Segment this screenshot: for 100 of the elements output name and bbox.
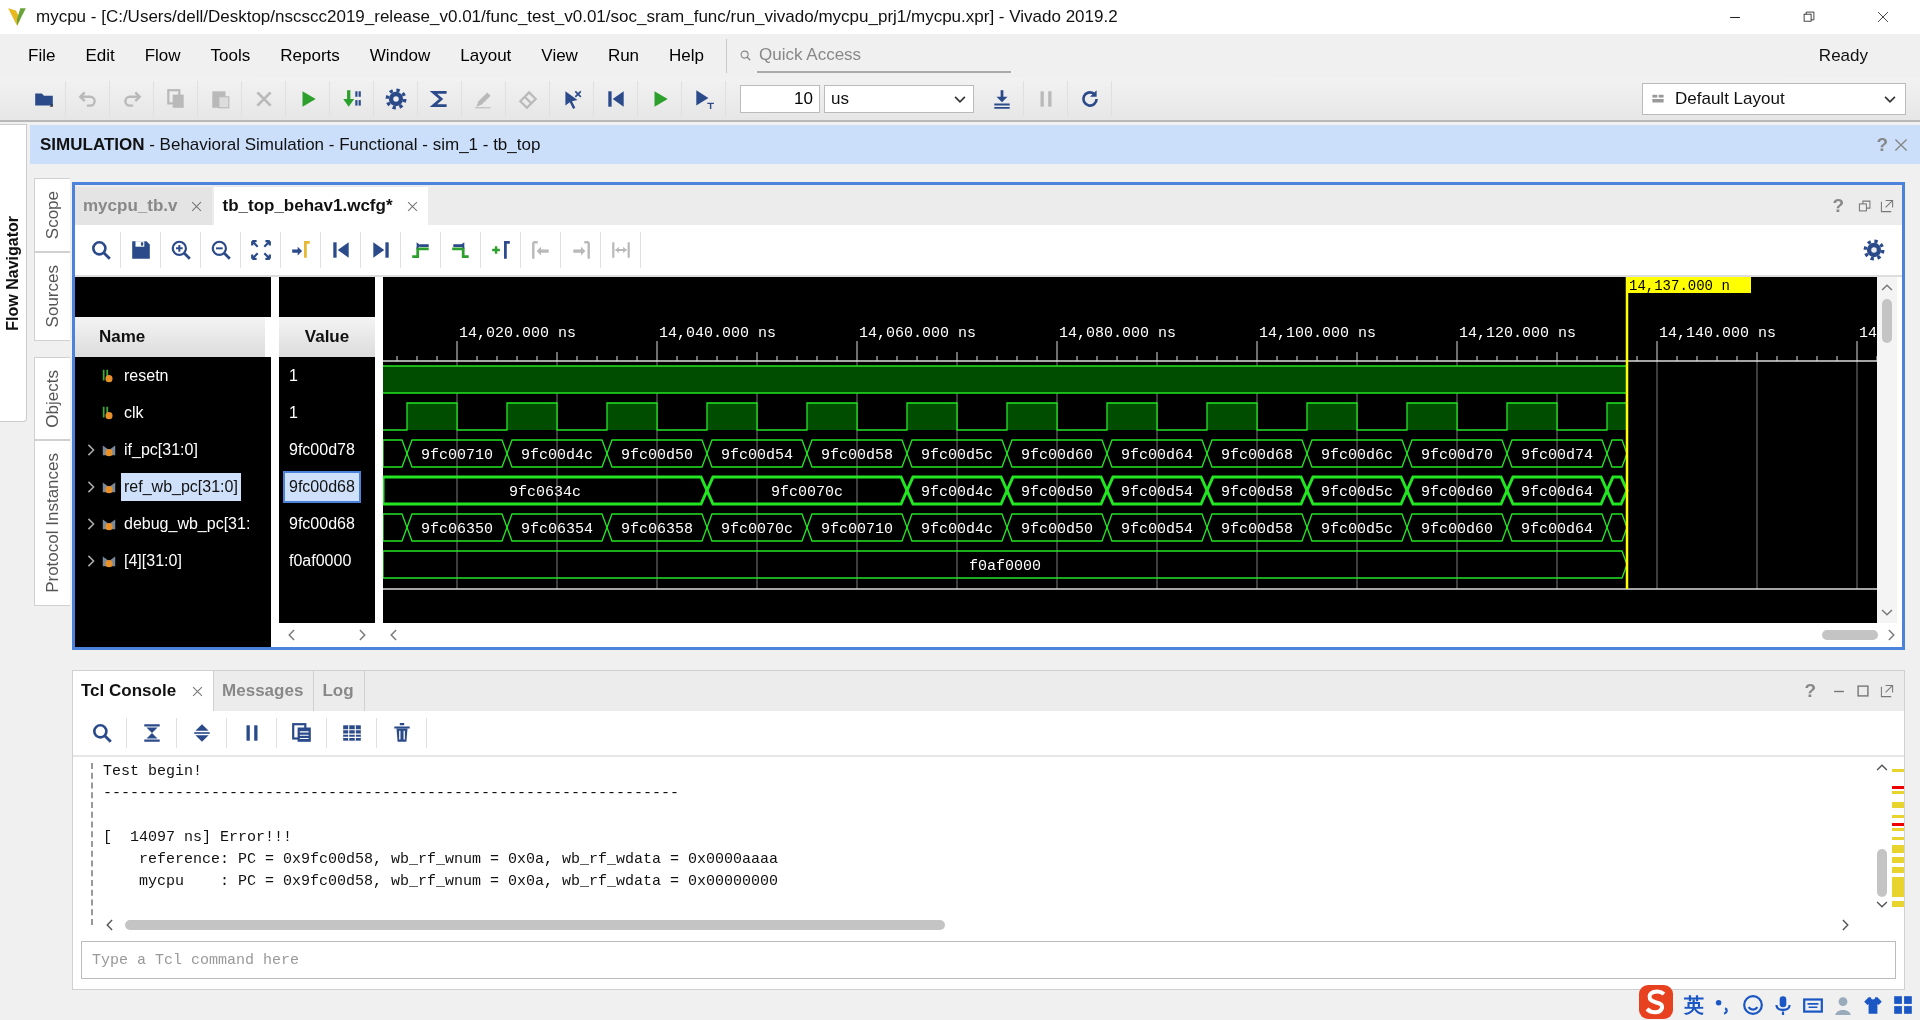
console-line: Test begin! xyxy=(103,762,204,782)
close-icon xyxy=(1876,10,1890,24)
scrollbar-thumb[interactable] xyxy=(1882,299,1892,343)
bus-value-label: 9fc00d54 xyxy=(1121,483,1193,501)
menu-item[interactable]: Tools xyxy=(198,46,263,66)
cursor-span-icon xyxy=(609,239,632,261)
bus-value-label: 9fc00d54 xyxy=(721,446,793,464)
column-header: Value xyxy=(279,317,375,357)
float-icon xyxy=(1858,199,1872,213)
menu-item[interactable]: View xyxy=(529,46,590,66)
bus-value-label: 9fc00d64 xyxy=(1521,520,1593,538)
bus-value-label: 9fc00d58 xyxy=(821,446,893,464)
time-tick-label: 14,140.000 ns xyxy=(1659,325,1777,342)
signal-name[interactable]: resetn xyxy=(121,361,172,390)
signal-name[interactable]: [4][31:0] xyxy=(121,546,185,575)
menu-item[interactable]: Edit xyxy=(73,46,127,66)
side-tab[interactable]: Objects xyxy=(34,356,70,441)
editor-tab[interactable]: tb_top_behav1.wcfg* xyxy=(214,187,428,225)
menu-item[interactable]: Reports xyxy=(268,46,352,66)
smiley-icon xyxy=(1742,994,1764,1016)
console-line: ---------------------------------------------------------------- xyxy=(103,784,681,804)
save-icon xyxy=(129,239,152,261)
signal-value: 9fc00d68 xyxy=(288,513,356,534)
side-tab[interactable]: Scope xyxy=(34,178,70,253)
menu-item[interactable]: Help xyxy=(657,46,717,66)
input-mode-indicator[interactable]: 英 xyxy=(1684,991,1704,1019)
quick-access-field[interactable]: Quick Access xyxy=(757,39,1012,73)
run-time-field[interactable]: 10 xyxy=(740,85,820,113)
tcl-command-field[interactable]: Type a Tcl command here xyxy=(81,941,1896,979)
bus-value-label: 9fc00d50 xyxy=(1021,520,1093,538)
bus-value-label: 9fc00d60 xyxy=(1421,520,1493,538)
cursor-time-label: 14,137.000 n xyxy=(1627,277,1751,294)
time-unit-dropdown[interactable]: us xyxy=(824,85,974,113)
signal-value: 9fc00d78 xyxy=(288,439,356,460)
close-icon xyxy=(192,685,204,697)
bus-value-label: 9fc00d64 xyxy=(1121,446,1193,464)
menu-item[interactable]: Window xyxy=(357,46,443,66)
cursor-line[interactable] xyxy=(1625,277,1629,589)
status-text: Ready xyxy=(1818,46,1868,66)
marker-arrow-icon xyxy=(289,239,312,261)
signal-name[interactable]: clk xyxy=(121,398,147,427)
time-tick-label: 14,040.000 ns xyxy=(659,325,777,342)
fit-arrows-icon xyxy=(249,239,272,261)
bus-value-label: f0af0000 xyxy=(969,557,1041,575)
vertical-scrollbar[interactable] xyxy=(1877,277,1897,623)
column-header: Name xyxy=(75,317,271,357)
expand-chevron-icon[interactable] xyxy=(85,442,97,457)
maximize-icon xyxy=(1856,684,1870,699)
expand-chevron-icon[interactable] xyxy=(85,479,97,494)
console-line: reference: PC = 0x9fc00d58, wb_rf_wnum = 0x0a, wb_rf_wdata = 0x0000aaaa xyxy=(138,850,780,870)
menu-item[interactable]: File xyxy=(16,46,68,66)
search-icon xyxy=(89,239,112,261)
bus-value-label: 9fc00d5c xyxy=(1321,520,1393,538)
bus-value-label: 9fc00d50 xyxy=(1021,483,1093,501)
side-tab[interactable]: Sources xyxy=(34,252,70,341)
bus-value-label: 9fc00d6c xyxy=(1321,446,1393,464)
bus-value-label: 9fc00d5c xyxy=(1321,483,1393,501)
bus-value-label: 9fc00d58 xyxy=(1221,483,1293,501)
float-icon xyxy=(1880,684,1894,699)
document-copy-icon xyxy=(290,722,313,745)
bus-value-label: 9fc00710 xyxy=(821,520,893,538)
bus-value-label: 9fc00710 xyxy=(421,446,493,464)
menu-item[interactable]: Run xyxy=(595,46,652,66)
console-line: mycpu : PC = 0x9fc00d58, wb_rf_wnum = 0x0a, wb_rf_wdata = 0x00000000 xyxy=(138,872,780,892)
signal-name[interactable]: ref_wb_pc[31:0] xyxy=(121,472,241,501)
bus-value-label: 9fc00d68 xyxy=(1221,446,1293,464)
waveform-view[interactable] xyxy=(383,277,1877,623)
scrollbar-thumb[interactable] xyxy=(125,920,945,930)
time-tick-label: 14,100.000 ns xyxy=(1259,325,1377,342)
zoom-out-icon xyxy=(209,239,232,261)
flow-navigator-tab[interactable]: Flow Navigator xyxy=(0,124,27,422)
shirt-icon xyxy=(1862,994,1884,1016)
scrollbar-thumb[interactable] xyxy=(1822,630,1878,640)
expand-chevron-icon[interactable] xyxy=(85,553,97,568)
close-icon xyxy=(1894,137,1908,152)
window-title: mycpu - [C:/Users/dell/Desktop/nscscc2019_release_v0.01/func_test_v0.01/soc_sram_func/run_vivado/mycpu_prj1/mycpu.xpr] - Vivado 2019.2 xyxy=(36,7,1119,27)
signal-value: 9fc00d68 xyxy=(283,470,361,503)
copy-icon xyxy=(164,88,187,110)
user-icon xyxy=(1832,994,1854,1016)
side-tab[interactable]: Protocol Instances xyxy=(34,440,70,607)
microphone-icon xyxy=(1772,994,1794,1016)
scrollbar-thumb[interactable] xyxy=(1877,849,1887,897)
settings-icon xyxy=(1863,239,1885,261)
add-marker-icon xyxy=(489,239,512,261)
signal-value: 1 xyxy=(288,365,299,386)
menu-item[interactable]: Flow xyxy=(132,46,193,66)
bus-value-label: 9fc0070c xyxy=(721,520,793,538)
signal-name[interactable]: debug_wb_pc[31: xyxy=(121,509,254,538)
expand-chevron-icon[interactable] xyxy=(85,516,97,531)
signal-name[interactable]: if_pc[31:0] xyxy=(121,435,201,464)
minimize-icon xyxy=(1832,689,1846,693)
menu-item[interactable]: Layout xyxy=(448,46,524,66)
time-tick-label: 14,120.000 ns xyxy=(1459,325,1577,342)
bus-value-label: 9fc00d70 xyxy=(1421,446,1493,464)
console-tab[interactable]: Tcl Console xyxy=(73,671,215,712)
layout-dropdown[interactable]: Default Layout xyxy=(1642,83,1906,115)
bus-value-label: 9fc06354 xyxy=(521,520,593,538)
close-icon xyxy=(191,200,203,212)
bus-value-label: 9fc06358 xyxy=(621,520,693,538)
bus-value-label: 9fc00d74 xyxy=(1521,446,1593,464)
